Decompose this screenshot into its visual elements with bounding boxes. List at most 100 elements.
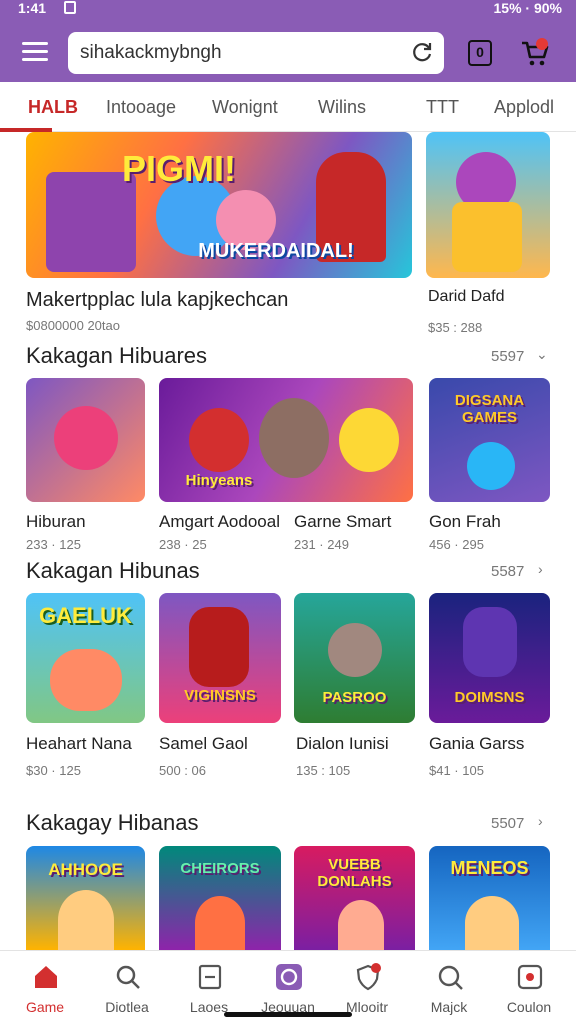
character-art <box>339 408 399 472</box>
menu-icon[interactable] <box>22 42 48 62</box>
game-card[interactable]: CHEIRORS <box>159 846 281 950</box>
nav-item-majck[interactable]: Majck <box>408 951 490 1024</box>
game-card[interactable] <box>26 378 145 502</box>
game-name[interactable]: Samel Gaol <box>159 734 248 754</box>
card-art-title: VUEBB DONLAHS <box>317 856 392 890</box>
nav-label: Majck <box>430 999 468 1015</box>
banner-subtitle: MUKERDAIDAL! <box>198 240 354 262</box>
magnifier-icon <box>438 965 463 990</box>
banner-title: PIGMI! <box>122 148 236 189</box>
featured-side-name[interactable]: Darid Dafd <box>428 288 504 306</box>
game-card[interactable]: VIGINSNS <box>159 593 281 723</box>
pink-creature-art <box>54 406 118 470</box>
game-price: 231 · 249 <box>294 537 349 552</box>
chevron-down-icon[interactable]: ⌄ <box>536 346 548 363</box>
card-art-title: MENEOS <box>450 858 529 878</box>
cart-notification-dot <box>536 38 548 50</box>
character-art <box>259 398 329 478</box>
character-body-art <box>452 202 522 272</box>
character-art <box>463 607 517 677</box>
section-title: Kakagan Hibuares <box>26 343 208 368</box>
character-art <box>50 649 122 711</box>
game-card[interactable]: GAELUK <box>26 593 145 723</box>
card-art-title: Hinyeans <box>185 472 253 489</box>
search-icon <box>116 965 140 989</box>
nav-item-game[interactable]: Game <box>4 951 86 1024</box>
featured-name[interactable]: Makertpplac lula kapjkechcan <box>26 289 288 312</box>
card-art-title: DOIMSNS <box>454 689 525 706</box>
chevron-right-icon[interactable]: › <box>538 561 543 577</box>
character-art <box>195 896 245 950</box>
card-art-title: GAELUK <box>39 603 132 628</box>
card-art-title: PASROO <box>322 689 387 706</box>
home-indicator[interactable] <box>224 1012 352 1017</box>
refresh-icon[interactable] <box>410 40 434 64</box>
search-input[interactable] <box>80 40 400 66</box>
game-card[interactable]: DOIMSNS <box>429 593 550 723</box>
section-see-all[interactable]: 5597 <box>491 348 524 365</box>
featured-banner[interactable]: PIGMI! MUKERDAIDAL! <box>26 132 412 278</box>
character-art <box>189 408 249 472</box>
notification-icon <box>64 1 76 14</box>
shield-icon <box>356 963 381 991</box>
game-card[interactable]: DIGSANA GAMES <box>429 378 550 502</box>
tab-wilins[interactable]: Wilins <box>318 97 366 118</box>
top-app-bar: 1:41 15% · 90% 0 <box>0 0 576 82</box>
home-icon <box>35 966 57 988</box>
game-name[interactable]: Heahart Nana <box>26 734 132 754</box>
nav-label: Game <box>25 999 65 1015</box>
coupon-icon <box>517 964 543 990</box>
nav-item-diotlea[interactable]: Diotlea <box>86 951 168 1024</box>
chevron-right-icon[interactable]: › <box>538 813 543 829</box>
section-title: Kakagay Hibanas <box>26 810 199 835</box>
category-tabs: HALB Intooage Wonignt Wilins TTT Applodl <box>0 82 576 132</box>
card-art-title: AHHOOE <box>48 860 123 879</box>
status-bar: 1:41 15% · 90% <box>0 0 576 18</box>
game-name[interactable]: Amgart Aodooal <box>159 512 280 532</box>
character-art <box>467 442 515 490</box>
game-card[interactable]: AHHOOE <box>26 846 145 950</box>
library-icon <box>198 964 222 990</box>
game-price: 135 : 105 <box>296 763 351 778</box>
section-see-all[interactable]: 5587 <box>491 563 524 580</box>
game-name[interactable]: Dialon Iunisi <box>296 734 389 754</box>
game-card[interactable]: PASROO <box>294 593 415 723</box>
card-art-title: DIGSANA GAMES <box>454 392 525 426</box>
inbox-button[interactable]: 0 <box>468 40 492 66</box>
tab-intooage[interactable]: Intooage <box>106 97 176 118</box>
section-see-all[interactable]: 5507 <box>491 815 524 832</box>
game-name[interactable]: Gania Garss <box>429 734 524 754</box>
tab-halb[interactable]: HALB <box>28 97 78 118</box>
game-name[interactable]: Hiburan <box>26 512 86 532</box>
game-price: 238 · 25 <box>159 537 207 552</box>
creature-art <box>328 623 382 677</box>
game-card[interactable]: Hinyeans <box>159 378 413 502</box>
game-price: 500 : 06 <box>159 763 206 778</box>
nav-item-coulon[interactable]: Coulon <box>488 951 570 1024</box>
game-price: 456 · 295 <box>429 537 484 552</box>
game-name[interactable]: Gon Frah <box>429 512 501 532</box>
nav-label: Diotlea <box>105 999 149 1015</box>
card-art-title: CHEIRORS <box>180 860 260 877</box>
tab-ttt[interactable]: TTT <box>426 97 459 118</box>
character-art <box>338 900 384 950</box>
search-bar[interactable] <box>68 32 444 74</box>
section-title: Kakagan Hibunas <box>26 558 200 583</box>
featured-side-card[interactable] <box>426 132 550 278</box>
status-time: 1:41 <box>18 0 47 16</box>
tab-wonignt[interactable]: Wonignt <box>212 97 278 118</box>
game-name[interactable]: Garne Smart <box>294 512 391 532</box>
nav-label: Coulon <box>506 999 552 1015</box>
featured-price: $0800000 20tao <box>26 318 120 333</box>
status-indicators: 15% · 90% <box>493 0 562 16</box>
game-price: $41 · 105 <box>429 763 484 778</box>
game-price: 233 · 125 <box>26 537 81 552</box>
character-art <box>58 890 114 950</box>
game-card[interactable]: MENEOS <box>429 846 550 950</box>
game-price: $30 · 125 <box>26 763 81 778</box>
card-art-title: VIGINSNS <box>184 687 256 704</box>
tab-applodl[interactable]: Applodl <box>494 97 554 118</box>
character-art <box>189 607 249 687</box>
profile-icon <box>276 964 302 990</box>
game-card[interactable]: VUEBB DONLAHS <box>294 846 415 950</box>
